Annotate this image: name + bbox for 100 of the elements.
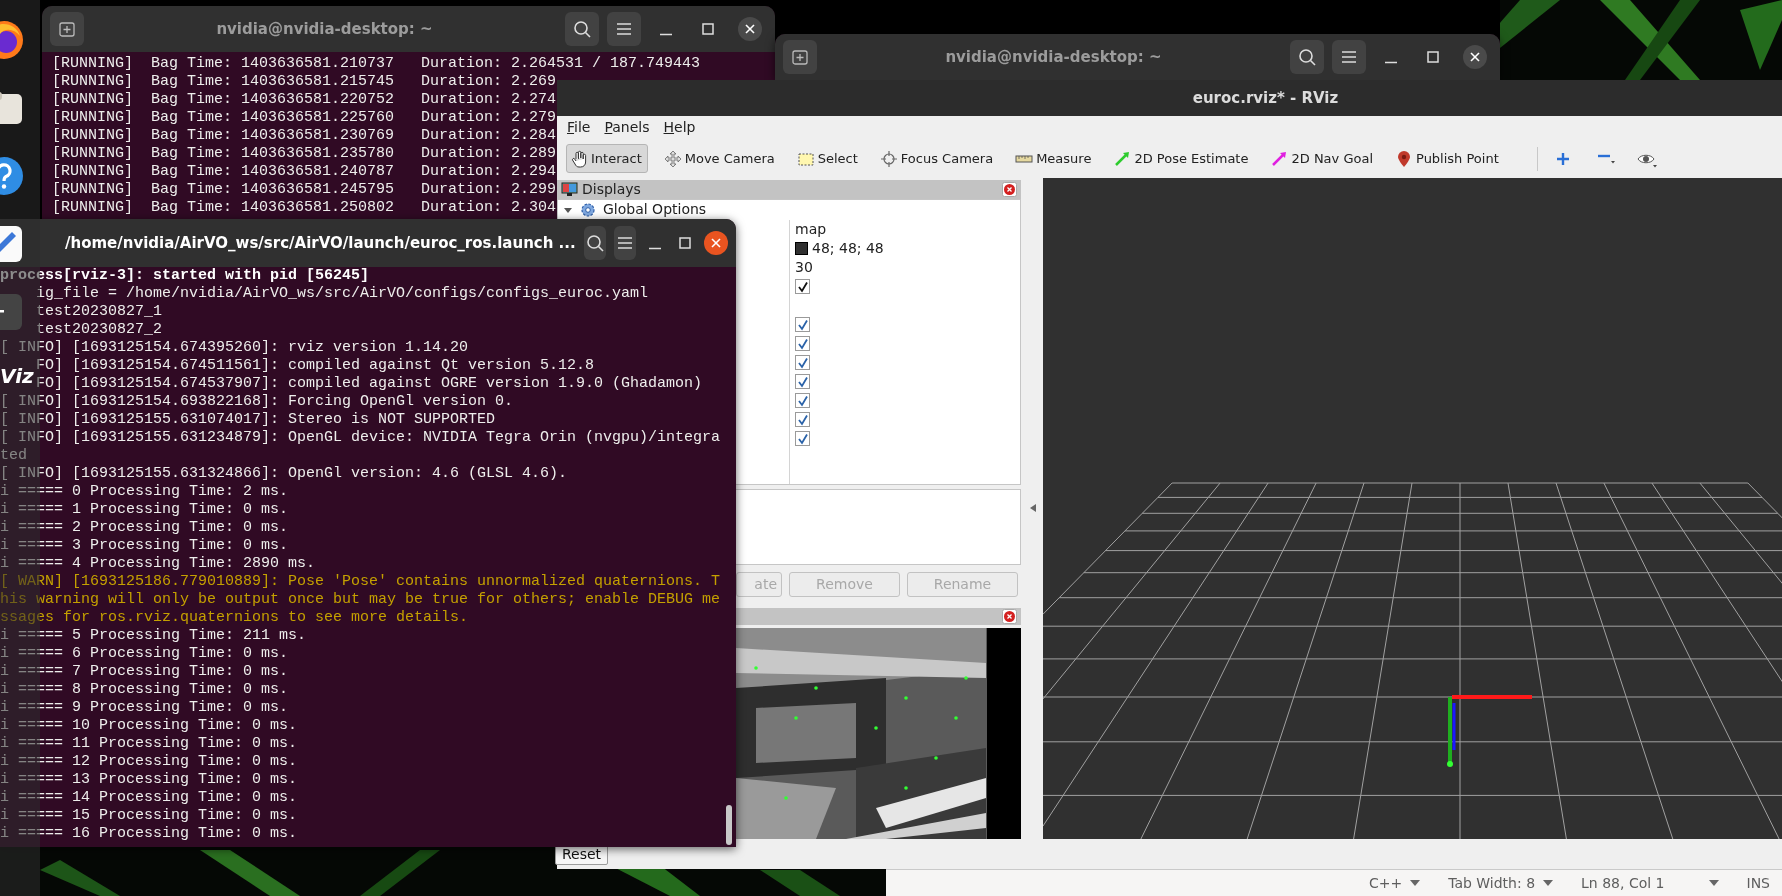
close-icon	[1463, 45, 1487, 69]
terminal-line: test20230827_1	[36, 303, 163, 321]
checkbox[interactable]	[795, 279, 810, 294]
checkbox[interactable]	[795, 393, 810, 408]
terminal-line: i ===== 16 Processing Time: 0 ms.	[0, 825, 298, 843]
checkbox[interactable]	[795, 336, 810, 351]
terminal-line: [RUNNING] Bag Time: 1403636581.250802 Duration: 2.304	[52, 199, 557, 217]
checkmark-icon	[796, 394, 809, 407]
panel-title: Displays	[582, 180, 641, 199]
terminal-line: process[rviz-3]: started with pid [56245]	[0, 267, 370, 285]
terminal-line: i ===== 5 Processing Time: 211 ms.	[0, 627, 307, 645]
property-value: map	[795, 220, 827, 239]
status-item[interactable]: Tab Width: 8	[1448, 872, 1536, 894]
search-button[interactable]	[1290, 40, 1324, 74]
minimize-icon	[1385, 60, 1397, 64]
window-title: nvidia@nvidia-desktop: ~	[215, 18, 434, 40]
terminal-line: i ===== 0 Processing Time: 2 ms.	[0, 483, 289, 501]
search-icon	[585, 234, 604, 252]
checkbox[interactable]	[795, 317, 810, 332]
terminal-line: [RUNNING] Bag Time: 1403636581.235780 Duration: 2.289	[52, 145, 557, 163]
hand-icon	[570, 149, 588, 168]
crosshair-icon	[879, 149, 898, 168]
window-title: nvidia@nvidia-desktop: ~	[944, 46, 1163, 68]
window-title: /home/nvidia/AirVO_ws/src/AirVO/launch/euroc_ros.launch ...	[65, 232, 576, 254]
terminal-line: i ===== 2 Processing Time: 0 ms.	[0, 519, 289, 537]
tool-button[interactable]: Measure	[1011, 144, 1098, 173]
scrollbar-thumb[interactable]	[726, 805, 732, 845]
goal-arrow-icon	[1270, 149, 1289, 168]
terminal-line: i ===== 13 Processing Time: 0 ms.	[0, 771, 298, 789]
tool-button[interactable]: Interact	[566, 144, 648, 173]
new-tab-icon	[58, 20, 76, 38]
3d-view[interactable]	[1043, 178, 1782, 839]
caret-icon[interactable]	[1708, 880, 1719, 886]
minus-icon	[1596, 153, 1615, 164]
tool-button[interactable]: Publish Point	[1391, 144, 1505, 173]
monitor-icon	[561, 182, 578, 197]
checkmark-icon	[796, 413, 809, 426]
terminal-line: [RUNNING] Bag Time: 1403636581.220752 Duration: 2.274	[52, 91, 557, 109]
status-item[interactable]: INS	[1746, 872, 1770, 894]
move-arrows-icon	[663, 149, 682, 168]
checkbox[interactable]	[795, 412, 810, 427]
menu-icon	[1340, 48, 1358, 66]
terminal-line: i ===== 10 Processing Time: 0 ms.	[0, 717, 298, 735]
tool-button[interactable]: 2D Pose Estimate	[1109, 144, 1255, 173]
tree-item[interactable]: Global Options	[603, 199, 707, 220]
dock-item[interactable]: Viz	[0, 364, 38, 388]
terminal-line: test20230827_2	[36, 321, 163, 339]
menu-item[interactable]: Panels	[597, 117, 657, 138]
terminal-line: [ INFO] [1693125155.631074017]: Stereo is NOT SUPPORTED	[0, 411, 496, 429]
checkbox[interactable]	[795, 374, 810, 389]
close-icon[interactable]	[1002, 609, 1017, 624]
search-button[interactable]	[565, 12, 599, 46]
status-item[interactable]: C++	[1368, 872, 1403, 894]
terminal-line: his warning will only be output once but may be true for others; enable DEBUG me	[0, 591, 721, 609]
map-pin-icon	[1395, 149, 1413, 168]
pose-arrow-icon	[1113, 149, 1132, 168]
terminal-line: ssages for ros.rviz.quaternions to see more details.	[0, 609, 469, 627]
terminal-line: [RUNNING] Bag Time: 1403636581.240787 Duration: 2.294	[52, 163, 557, 181]
menu-button[interactable]	[607, 12, 641, 46]
terminal-line: [ INFO] [1693125155.631324866]: OpenGl version: 4.6 (GLSL 4.6).	[0, 465, 568, 483]
terminal-line: i ===== 1 Processing Time: 0 ms.	[0, 501, 289, 519]
terminal-line: i ===== 14 Processing Time: 0 ms.	[0, 789, 298, 807]
search-button[interactable]	[583, 226, 606, 260]
checkmark-icon	[796, 318, 809, 331]
tool-button[interactable]: Select	[792, 144, 864, 173]
close-icon	[704, 231, 728, 255]
collapse-arrow-icon[interactable]	[1029, 503, 1037, 513]
property-value: 48; 48; 48	[812, 239, 884, 258]
menu-item[interactable]: Help	[656, 117, 703, 138]
terminal-line: [RUNNING] Bag Time: 1403636581.245795 Duration: 2.299	[52, 181, 557, 199]
caret-icon[interactable]	[1543, 880, 1554, 886]
close-icon	[738, 17, 762, 41]
new-tab-button[interactable]	[783, 40, 817, 74]
checkbox[interactable]	[795, 431, 810, 446]
close-icon[interactable]	[1002, 182, 1017, 197]
checkbox[interactable]	[795, 355, 810, 370]
terminal-line: [ INFO] [1693125155.631234879]: OpenGL device: NVIDIA Tegra Orin (nvgpu)/integra	[0, 429, 721, 447]
terminal-line: i ===== 3 Processing Time: 0 ms.	[0, 537, 289, 555]
menu-button[interactable]	[613, 226, 636, 260]
status-item[interactable]: Ln 88, Col 1	[1581, 872, 1665, 894]
terminal-line: i ===== 9 Processing Time: 0 ms.	[0, 699, 289, 717]
tool-button[interactable]: Move Camera	[659, 144, 781, 173]
terminal-line: i ===== 6 Processing Time: 0 ms.	[0, 645, 289, 663]
terminal-line: [RUNNING] Bag Time: 1403636581.210737 Duration: 2.264531 / 187.749443	[52, 55, 701, 73]
terminal-line: FO] [1693125154.674511561]: compiled against Qt version 5.12.8	[36, 357, 595, 375]
terminal-line: [RUNNING] Bag Time: 1403636581.230769 Duration: 2.284	[52, 127, 557, 145]
menu-item[interactable]: File	[560, 117, 598, 138]
terminal-line: i ===== 7 Processing Time: 0 ms.	[0, 663, 289, 681]
menu-icon	[615, 20, 633, 38]
terminal-line: [RUNNING] Bag Time: 1403636581.225760 Duration: 2.279	[52, 109, 557, 127]
caret-icon[interactable]	[1410, 880, 1421, 886]
new-tab-button[interactable]	[50, 12, 84, 46]
tool-button[interactable]: Focus Camera	[875, 144, 1000, 173]
tool-button[interactable]: 2D Nav Goal	[1266, 144, 1379, 173]
maximize-icon	[700, 21, 716, 37]
checkmark-icon	[796, 337, 809, 350]
terminal-line: i ===== 12 Processing Time: 0 ms.	[0, 753, 298, 771]
menu-button[interactable]	[1332, 40, 1366, 74]
color-swatch[interactable]	[795, 242, 808, 255]
window-title: euroc.rviz* - RViz	[557, 80, 1782, 116]
